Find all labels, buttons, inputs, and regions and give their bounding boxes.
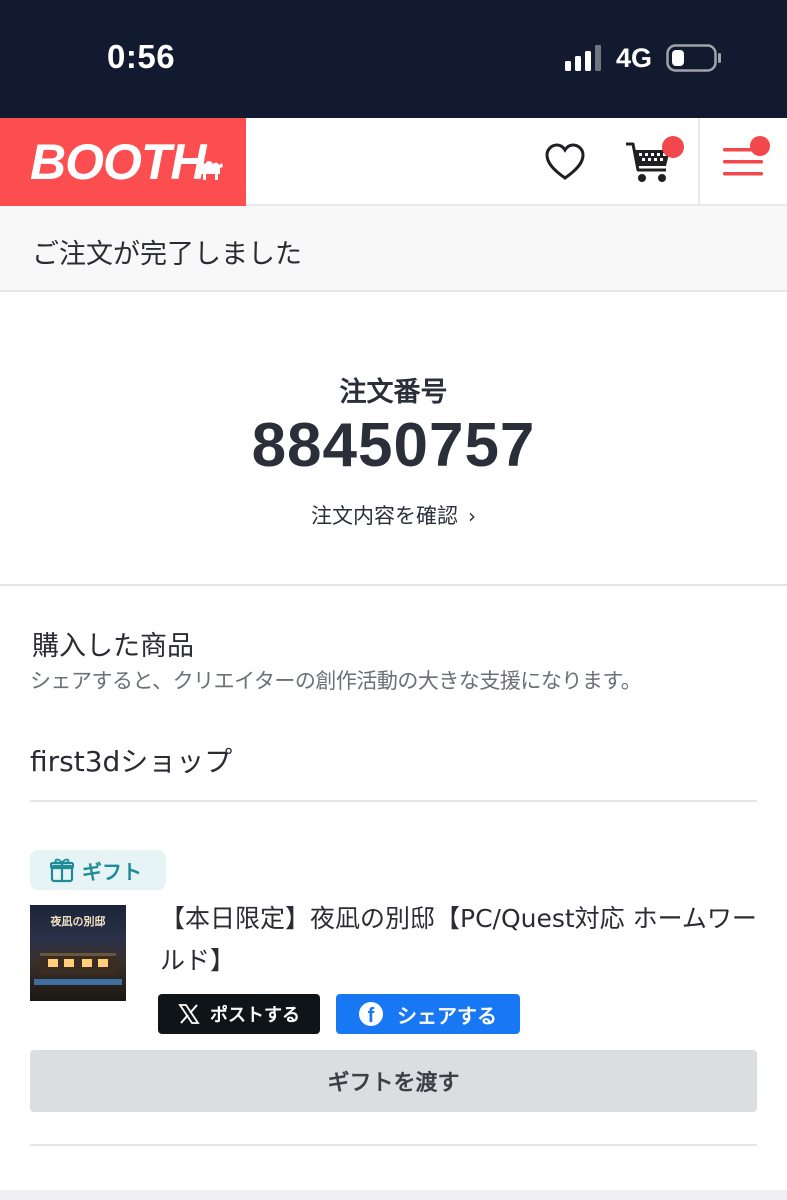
give-gift-button[interactable]: ギフトを渡す (30, 1050, 757, 1112)
order-number: 88450757 (251, 411, 536, 480)
signal-icon (565, 45, 601, 71)
order-details-link[interactable]: 注文内容を確認 › (0, 500, 787, 530)
status-bar: 0:56 4G (0, 0, 787, 118)
gift-badge: ギフト (30, 850, 166, 890)
menu-notification-dot (750, 136, 770, 156)
thumbnail-title: 夜凪の別邸 (50, 915, 106, 928)
menu-button[interactable] (698, 118, 787, 206)
divider (30, 1144, 757, 1146)
share-x-label: ポストする (210, 1005, 300, 1026)
facebook-icon: f (359, 1002, 383, 1026)
share-fb-label: シェアする (397, 1003, 497, 1028)
item-thumbnail[interactable]: 夜凪の別邸 (30, 905, 126, 1001)
order-complete-banner: ご注文が完了しました (0, 206, 787, 292)
share-facebook-button[interactable]: f シェアする (336, 994, 520, 1034)
app-header: BOOTH (0, 118, 787, 206)
battery-icon (666, 44, 721, 72)
item-title-link[interactable]: 【本日限定】夜凪の別邸【PC/Quest対応 ホームワールド】 (160, 898, 760, 982)
cart-button[interactable] (618, 118, 684, 206)
favorites-button[interactable] (534, 118, 596, 206)
order-summary: 注文番号 88450757 注文内容を確認 › (0, 292, 787, 586)
network-type: 4G (616, 43, 653, 73)
booth-logo[interactable]: BOOTH (0, 118, 246, 206)
x-logo-icon (178, 1004, 200, 1024)
purchased-section-subtitle: シェアすると、クリエイターの創作活動の大きな支援になります。 (30, 669, 642, 693)
cart-notification-dot (662, 136, 684, 158)
order-details-link-label: 注文内容を確認 (311, 504, 458, 528)
logo-text: BOOTH (30, 134, 207, 190)
chevron-right-icon: › (468, 504, 476, 528)
give-gift-label: ギフトを渡す (327, 1071, 460, 1096)
gift-icon (50, 858, 74, 883)
share-x-button[interactable]: ポストする (158, 994, 320, 1034)
banner-text: ご注文が完了しました (32, 239, 302, 270)
camel-icon (198, 161, 223, 180)
divider (30, 800, 757, 802)
gift-badge-label: ギフト (82, 859, 142, 884)
thumbnail-pool (34, 979, 122, 985)
status-time: 0:56 (107, 38, 176, 75)
heart-icon (545, 143, 585, 180)
order-number-label: 注文番号 (339, 377, 448, 408)
purchased-section-title: 購入した商品 (32, 631, 194, 662)
footer-strip (0, 1190, 787, 1200)
shop-name-link[interactable]: first3dショップ (30, 740, 232, 780)
